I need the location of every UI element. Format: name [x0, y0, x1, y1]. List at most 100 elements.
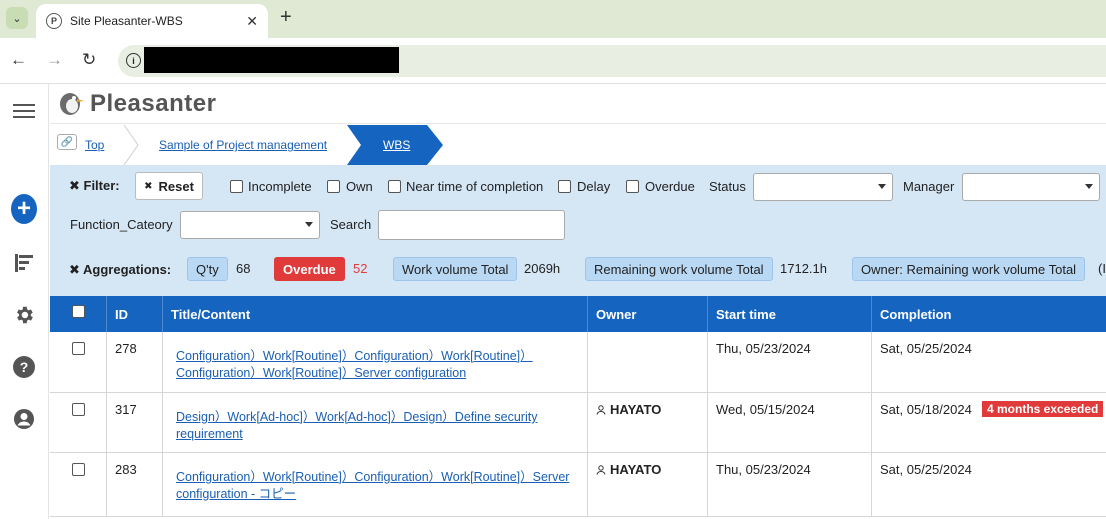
site-info-icon[interactable]: i	[126, 53, 141, 68]
overdue-chip: Overdue	[274, 257, 345, 281]
header-owner[interactable]: Owner	[588, 296, 708, 332]
main-content: Pleasanter 🔗 Top Sample of Project manag…	[50, 84, 1106, 519]
owner-wrap[interactable]: HAYATO	[596, 462, 699, 477]
qty-value: 68	[236, 261, 251, 276]
browser-toolbar: ← → ↻ i	[0, 38, 1106, 84]
incomplete-label: Incomplete	[248, 179, 312, 194]
menu-icon[interactable]	[11, 98, 37, 124]
owner-wrap[interactable]: HAYATO	[596, 402, 699, 417]
owner-remaining-chip: Owner: Remaining work volume Total	[852, 257, 1086, 281]
incomplete-checkbox[interactable]	[230, 180, 243, 193]
completion-cell: Sat, 05/18/2024 4 months exceeded	[872, 393, 1106, 452]
close-tab-icon[interactable]: ✕	[246, 13, 258, 30]
reset-x-icon: ✖	[144, 180, 153, 192]
forward-arrow-icon[interactable]: →	[46, 50, 63, 70]
overdue-badge: 4 months exceeded	[982, 401, 1104, 417]
reset-label: Reset	[158, 178, 194, 194]
header-id[interactable]: ID	[107, 296, 163, 332]
row-id: 278	[115, 341, 137, 356]
row-checkbox[interactable]	[72, 342, 85, 355]
remaining-work-chip: Remaining work volume Total	[585, 257, 773, 281]
gear-icon[interactable]	[11, 302, 37, 328]
overdue-value: 52	[353, 261, 368, 276]
id-cell: 278	[107, 332, 163, 392]
select-all-cell	[50, 296, 107, 332]
address-bar[interactable]: i	[118, 45, 1106, 77]
gantt-view-icon[interactable]	[11, 250, 37, 276]
search-input[interactable]	[378, 210, 565, 240]
header-title[interactable]: Title/Content	[163, 296, 588, 332]
grid-header: ID Title/Content Owner Start time Comple…	[50, 296, 1106, 332]
row-completion: Sat, 05/25/2024	[880, 462, 972, 477]
app-header: Pleasanter	[50, 84, 1106, 124]
tab-search-chevron-icon[interactable]: ⌄	[6, 7, 28, 29]
chevron-down-icon	[878, 184, 886, 189]
completion-cell: Sat, 05/25/2024	[872, 453, 1106, 516]
status-label: Status	[709, 179, 746, 194]
breadcrumb-project-link[interactable]: Sample of Project management	[159, 138, 327, 152]
add-new-icon[interactable]: +	[11, 194, 37, 224]
delay-label: Delay	[577, 179, 611, 194]
header-completion[interactable]: Completion	[872, 296, 1106, 332]
header-start-time[interactable]: Start time	[708, 296, 872, 332]
own-checkbox[interactable]	[327, 180, 340, 193]
completion-cell: Sat, 05/25/2024	[872, 332, 1106, 392]
chevron-down-icon	[305, 222, 313, 227]
status-select[interactable]	[753, 173, 893, 201]
breadcrumb-project[interactable]: Sample of Project management	[159, 125, 327, 165]
function-category-select[interactable]	[180, 211, 320, 239]
table-row[interactable]: 278 Configuration）Work[Routine]）Configur…	[50, 332, 1106, 393]
owner-remaining-value: (I	[1098, 261, 1106, 276]
browser-tab-bar: ⌄ P Site Pleasanter-WBS ✕ +	[0, 0, 1106, 38]
overdue-checkbox[interactable]	[626, 180, 639, 193]
work-volume-chip: Work volume Total	[393, 257, 518, 281]
manager-select[interactable]	[962, 173, 1100, 201]
id-cell: 283	[107, 453, 163, 516]
help-icon[interactable]: ?	[11, 354, 37, 380]
search-label: Search	[330, 217, 372, 232]
id-cell: 317	[107, 393, 163, 452]
filter-panel: ✖ Filter: ✖ Reset Incomplete Own Near ti…	[50, 165, 1106, 296]
qty-chip: Q'ty	[187, 257, 228, 281]
overdue-label: Overdue	[645, 179, 695, 194]
app-logo-text[interactable]: Pleasanter	[90, 90, 216, 118]
link-icon[interactable]: 🔗	[57, 134, 77, 150]
row-title-link[interactable]: Configuration）Work[Routine]）Configuratio…	[176, 348, 577, 382]
title-cell: Design）Work[Ad-hoc]）Work[Ad-hoc]）Design）…	[163, 393, 588, 452]
select-all-checkbox[interactable]	[71, 304, 85, 318]
table-row[interactable]: 283 Configuration）Work[Routine]）Configur…	[50, 453, 1106, 517]
row-title-link[interactable]: Design）Work[Ad-hoc]）Work[Ad-hoc]）Design）…	[176, 409, 577, 443]
near-completion-checkbox[interactable]	[388, 180, 401, 193]
user-icon	[596, 405, 606, 415]
remaining-work-value: 1712.1h	[780, 261, 827, 276]
row-start-time: Thu, 05/23/2024	[716, 341, 811, 356]
row-checkbox[interactable]	[72, 403, 85, 416]
row-select-cell	[50, 332, 107, 392]
breadcrumb-top[interactable]: Top	[85, 125, 104, 165]
chevron-down-icon	[1085, 184, 1093, 189]
near-completion-label: Near time of completion	[406, 179, 544, 194]
pleasanter-logo-icon	[60, 93, 84, 115]
user-account-icon[interactable]	[11, 406, 37, 432]
aggregations-label[interactable]: ✖ Aggregations:	[69, 262, 171, 278]
row-owner: HAYATO	[610, 402, 662, 417]
breadcrumb-wbs-link[interactable]: WBS	[383, 138, 410, 152]
row-checkbox[interactable]	[72, 463, 85, 476]
own-label: Own	[346, 179, 373, 194]
reset-button[interactable]: ✖ Reset	[135, 172, 203, 200]
start-cell: Thu, 05/23/2024	[708, 332, 872, 392]
filter-label[interactable]: ✖ Filter:	[69, 178, 120, 194]
start-cell: Thu, 05/23/2024	[708, 453, 872, 516]
table-row[interactable]: 317 Design）Work[Ad-hoc]）Work[Ad-hoc]）Des…	[50, 393, 1106, 453]
reload-icon[interactable]: ↻	[82, 50, 96, 70]
delay-checkbox[interactable]	[558, 180, 571, 193]
row-select-cell	[50, 393, 107, 452]
breadcrumb-top-link[interactable]: Top	[85, 138, 104, 152]
breadcrumb-separator-icon	[123, 125, 139, 165]
back-arrow-icon[interactable]: ←	[10, 50, 27, 70]
new-tab-icon[interactable]: +	[280, 6, 292, 29]
browser-tab[interactable]: P Site Pleasanter-WBS ✕	[36, 4, 268, 38]
left-rail: + ?	[0, 84, 49, 519]
row-start-time: Thu, 05/23/2024	[716, 462, 811, 477]
row-title-link[interactable]: Configuration）Work[Routine]）Configuratio…	[176, 469, 577, 503]
